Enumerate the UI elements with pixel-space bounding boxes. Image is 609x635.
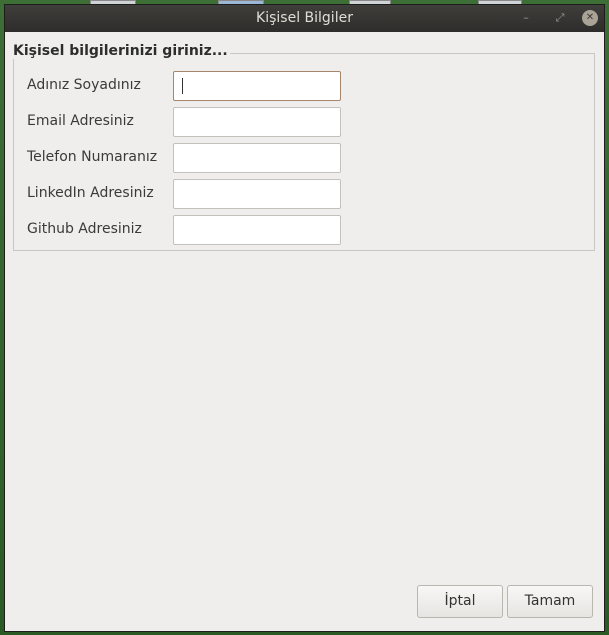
groupbox-title: Kişisel bilgilerinizi giriniz... <box>13 43 230 59</box>
linkedin-row: LinkedIn Adresiniz <box>27 179 357 209</box>
github-row: Github Adresiniz <box>27 215 357 245</box>
maximize-icon[interactable]: ⤢ <box>552 10 568 26</box>
dialog-content: Kişisel bilgilerinizi giriniz... Adınız … <box>5 32 604 631</box>
linkedin-label: LinkedIn Adresiniz <box>27 185 154 201</box>
name-label: Adınız Soyadınız <box>27 77 141 93</box>
phone-label: Telefon Numaranız <box>27 149 158 165</box>
linkedin-input[interactable] <box>173 179 341 209</box>
github-input[interactable] <box>173 215 341 245</box>
window-title: Kişisel Bilgiler <box>256 10 353 26</box>
title-bar[interactable]: Kişisel Bilgiler – ⤢ ✕ <box>5 5 604 32</box>
email-input[interactable] <box>173 107 341 137</box>
phone-row: Telefon Numaranız <box>27 143 357 173</box>
cancel-button[interactable]: İptal <box>417 585 503 618</box>
name-row: Adınız Soyadınız <box>27 71 357 101</box>
personal-info-dialog: Kişisel Bilgiler – ⤢ ✕ Kişisel bilgileri… <box>4 4 605 632</box>
email-label: Email Adresiniz <box>27 113 134 129</box>
ok-button[interactable]: Tamam <box>507 585 593 618</box>
github-label: Github Adresiniz <box>27 221 142 237</box>
phone-input[interactable] <box>173 143 341 173</box>
text-caret <box>182 78 183 94</box>
name-input[interactable] <box>173 71 341 101</box>
email-row: Email Adresiniz <box>27 107 357 137</box>
close-icon[interactable]: ✕ <box>582 10 598 26</box>
minimize-icon[interactable]: – <box>518 10 534 26</box>
